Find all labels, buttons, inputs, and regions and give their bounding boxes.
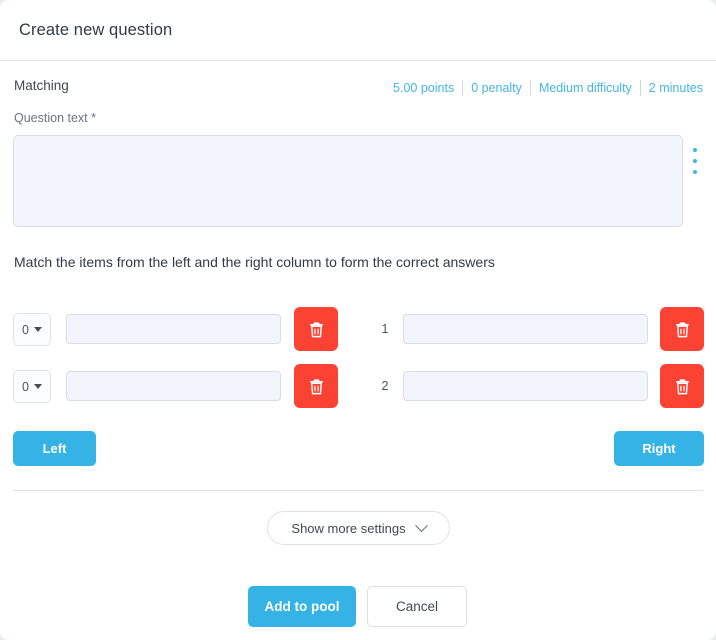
- add-left-column-button[interactable]: Left: [13, 431, 96, 466]
- delete-right-item-button[interactable]: [660, 307, 704, 351]
- delete-left-item-button[interactable]: [294, 364, 338, 408]
- trash-icon: [675, 378, 689, 394]
- right-item-input[interactable]: [403, 371, 648, 401]
- chevron-down-icon: [33, 327, 42, 332]
- more-vertical-icon[interactable]: [689, 148, 700, 174]
- question-type-label: Matching: [14, 78, 69, 93]
- order-select[interactable]: 0: [13, 313, 51, 346]
- match-row: 0 1: [0, 307, 716, 351]
- dialog-header: Create new question: [0, 0, 716, 61]
- question-meta-row: Matching 5.00 points 0 penalty Medium di…: [0, 78, 716, 100]
- section-divider: [13, 490, 703, 491]
- meta-points[interactable]: 5.00 points: [385, 80, 462, 96]
- left-item-input[interactable]: [66, 371, 281, 401]
- add-to-pool-button[interactable]: Add to pool: [248, 586, 356, 627]
- show-more-settings-label: Show more settings: [291, 520, 406, 536]
- trash-icon: [309, 378, 323, 394]
- right-item-index: 2: [381, 379, 389, 393]
- matching-instruction: Match the items from the left and the ri…: [14, 254, 495, 270]
- delete-right-item-button[interactable]: [660, 364, 704, 408]
- meta-penalty[interactable]: 0 penalty: [462, 80, 530, 96]
- meta-duration[interactable]: 2 minutes: [639, 80, 703, 96]
- match-row: 0 2: [0, 364, 716, 408]
- trash-icon: [675, 321, 689, 337]
- order-select-value: 0: [22, 379, 29, 394]
- meta-items: 5.00 points 0 penalty Medium difficulty …: [385, 79, 703, 97]
- trash-icon: [309, 321, 323, 337]
- question-text-input[interactable]: [13, 135, 683, 227]
- right-item-input[interactable]: [403, 314, 648, 344]
- show-more-settings-button[interactable]: Show more settings: [267, 511, 450, 545]
- page-title: Create new question: [19, 21, 173, 39]
- order-select-value: 0: [22, 322, 29, 337]
- right-item-index: 1: [381, 322, 389, 336]
- delete-left-item-button[interactable]: [294, 307, 338, 351]
- chevron-down-icon: [414, 518, 428, 532]
- question-text-label: Question text *: [14, 111, 96, 125]
- add-right-column-button[interactable]: Right: [614, 431, 704, 466]
- left-item-input[interactable]: [66, 314, 281, 344]
- meta-difficulty[interactable]: Medium difficulty: [529, 80, 640, 96]
- create-question-dialog: Create new question Matching 5.00 points…: [0, 0, 716, 640]
- order-select[interactable]: 0: [13, 370, 51, 403]
- cancel-button[interactable]: Cancel: [367, 586, 467, 627]
- chevron-down-icon: [33, 384, 42, 389]
